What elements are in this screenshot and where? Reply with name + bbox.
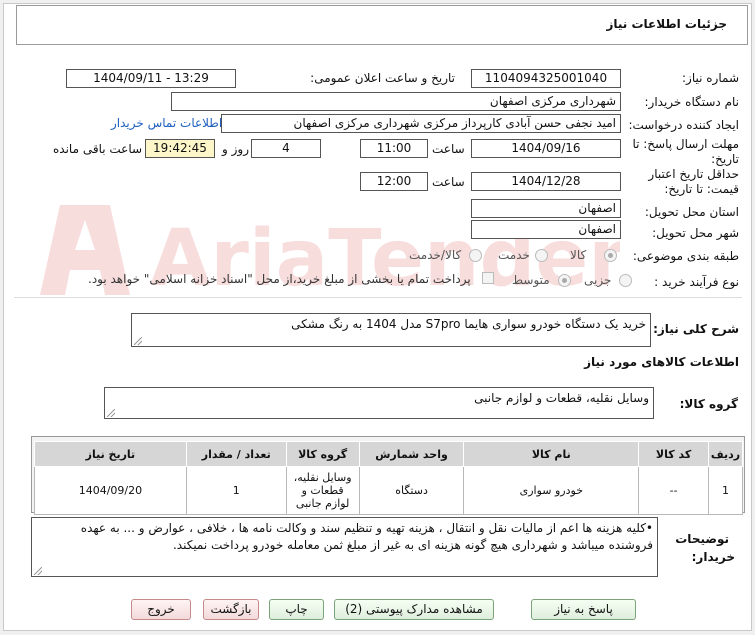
category-radio-goods[interactable] [604, 249, 617, 262]
process-type-label: نوع فرآیند خرید : [654, 275, 739, 289]
deadline-time-label: ساعت [432, 142, 465, 156]
resize-handle-icon[interactable] [107, 409, 115, 417]
cell-quantity: 1 [185, 466, 287, 515]
validity-label: حداقل تاریخ اعتبار قیمت: تا تاریخ: [648, 167, 739, 196]
goods-section-title: اطلاعات کالاهای مورد نیاز [584, 355, 739, 369]
announce-field: 1404/09/11 - 13:29 [66, 69, 236, 88]
notes-label-line2: خریدار: [691, 550, 735, 564]
exit-button[interactable]: خروج [131, 599, 191, 620]
deadline-label: مهلت ارسال پاسخ: تا تاریخ: [632, 137, 739, 166]
col-header-row-number: ردیف [708, 441, 743, 467]
notes-label-line1: توضیحات [675, 532, 729, 546]
print-button[interactable]: چاپ [269, 599, 324, 620]
category-option-goods: کالا [570, 248, 587, 262]
cell-item-code: -- [638, 466, 710, 515]
days-field: 4 [251, 139, 321, 158]
remaining-label: ساعت باقی مانده [53, 142, 143, 156]
deadline-time-field: 11:00 [360, 139, 428, 158]
items-table: ردیف کد کالا نام کالا واحد شمارش گروه کا… [34, 441, 743, 515]
cell-unit: دستگاه [358, 466, 465, 515]
category-radio-goods-service[interactable] [469, 249, 482, 262]
page-title: جزئیات اطلاعات نیاز [606, 17, 727, 31]
announce-label: تاریخ و ساعت اعلان عمومی: [310, 71, 455, 85]
col-header-unit: واحد شمارش [358, 441, 465, 467]
notes-text: •کلیه هزینه ها اعم از مالیات نقل و انتقا… [80, 521, 653, 552]
treasury-payment-note: پرداخت تمام یا بخشی از مبلغ خرید،از محل … [88, 272, 471, 286]
col-header-item-code: کد کالا [638, 441, 710, 467]
col-header-quantity: تعداد / مقدار [185, 441, 287, 467]
category-label: طبقه بندی موضوعی: [632, 249, 739, 263]
province-field: اصفهان [471, 199, 621, 218]
validity-time-field: 12:00 [360, 172, 428, 191]
goods-group-text: وسایل نقلیه، قطعات و لوازم جانبی [474, 391, 649, 405]
days-label: روز و [222, 142, 249, 156]
goods-group-textarea: وسایل نقلیه، قطعات و لوازم جانبی [104, 387, 654, 419]
category-option-service: خدمت [498, 248, 530, 262]
process-option-minor: جزیی [584, 273, 612, 287]
attachments-button[interactable]: مشاهده مدارک پیوستی (2) [334, 599, 494, 620]
process-radio-medium[interactable] [558, 274, 571, 287]
treasury-payment-checkbox[interactable] [482, 272, 494, 284]
category-option-goods-service: کالا/خدمت [409, 248, 462, 262]
summary-label: شرح کلی نیاز: [653, 322, 739, 336]
table-row: 1 -- خودرو سواری دستگاه وسایل نقلیه، قطع… [34, 466, 743, 515]
cell-row-number: 1 [708, 466, 743, 515]
back-button[interactable]: بازگشت [203, 599, 259, 620]
col-header-item-name: نام کالا [463, 441, 640, 467]
need-number-label: شماره نیاز: [682, 71, 739, 85]
province-label: استان محل تحویل: [644, 205, 739, 219]
cell-need-date: 1404/09/20 [34, 466, 187, 515]
page-header: جزئیات اطلاعات نیاز [16, 5, 748, 45]
contact-buyer-link[interactable]: اطلاعات تماس خریدار [111, 116, 222, 130]
deadline-date-field: 1404/09/16 [471, 139, 621, 158]
need-number-field: 1104094325001040 [471, 69, 621, 88]
validity-date-field: 1404/12/28 [471, 172, 621, 191]
buyer-org-field: شهرداری مرکزی اصفهان [171, 92, 621, 111]
resize-handle-icon[interactable] [134, 337, 142, 345]
reply-button[interactable]: پاسخ به نیاز [531, 599, 636, 620]
city-label: شهر محل تحویل: [652, 226, 739, 240]
summary-text: خرید یک دستگاه خودرو سواری هایما S7pro م… [291, 317, 646, 331]
col-header-need-date: تاریخ نیاز [34, 441, 187, 467]
city-field: اصفهان [471, 220, 621, 239]
requester-field: امید نجفی حسن آبادی کارپرداز مرکزی شهردا… [221, 114, 621, 133]
category-radio-service[interactable] [535, 249, 548, 262]
summary-textarea: خرید یک دستگاه خودرو سواری هایما S7pro م… [131, 313, 651, 347]
requester-label: ایجاد کننده درخواست: [628, 118, 739, 132]
validity-time-label: ساعت [432, 175, 465, 189]
cell-item-name: خودرو سواری [463, 466, 640, 515]
divider [14, 297, 742, 298]
cell-group: وسایل نقلیه، قطعات و لوازم جانبی [285, 466, 360, 515]
remaining-time-field: 19:42:45 [145, 139, 215, 158]
buyer-org-label: نام دستگاه خریدار: [644, 95, 740, 109]
process-radio-minor[interactable] [619, 274, 632, 287]
resize-handle-icon[interactable] [34, 567, 42, 575]
notes-textarea: •کلیه هزینه ها اعم از مالیات نقل و انتقا… [31, 517, 658, 577]
col-header-group: گروه کالا [285, 441, 360, 467]
process-option-medium: متوسط [512, 273, 550, 287]
table-header-row: ردیف کد کالا نام کالا واحد شمارش گروه کا… [34, 441, 743, 467]
goods-group-label: گروه کالا: [679, 397, 738, 411]
